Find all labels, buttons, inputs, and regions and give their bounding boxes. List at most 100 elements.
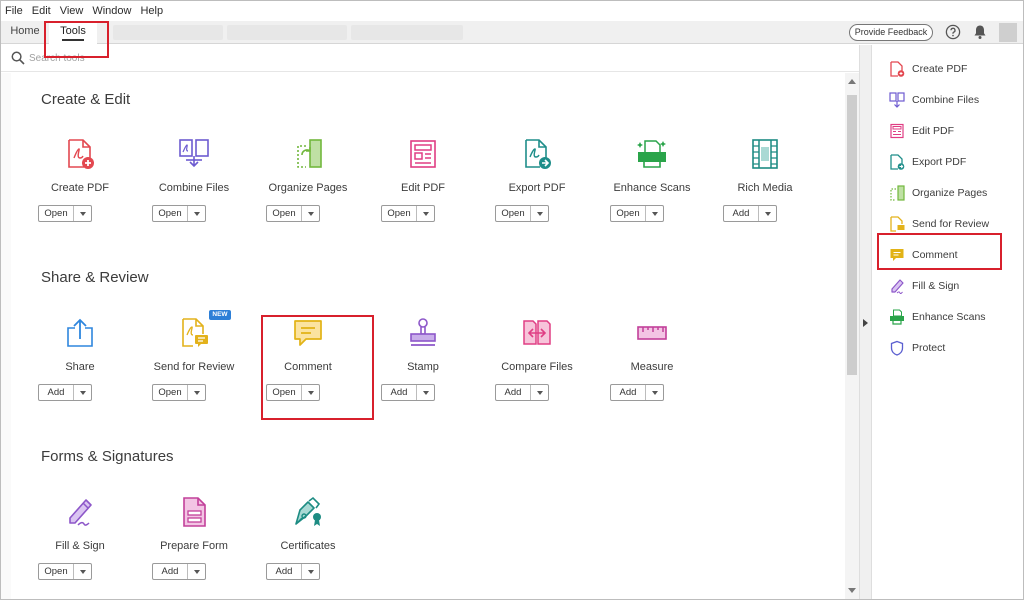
dropdown-arrow-icon[interactable] <box>74 385 91 400</box>
tool-certificates[interactable]: Certificates Add <box>251 496 365 599</box>
open-button[interactable]: Open <box>152 384 206 401</box>
tool-name: Edit PDF <box>400 182 445 194</box>
tool-prepare-form[interactable]: Prepare Form Add <box>137 496 251 599</box>
button-label: Add <box>724 206 759 221</box>
add-button[interactable]: Add <box>152 563 206 580</box>
add-button[interactable]: Add <box>381 384 435 401</box>
button-label: Add <box>611 385 646 400</box>
pane-item-send-for-review[interactable]: Send for Review <box>889 214 1019 234</box>
dropdown-arrow-icon[interactable] <box>302 564 319 579</box>
blurred-document-tab[interactable] <box>227 25 347 40</box>
tool-fill-sign[interactable]: Fill & Sign Open <box>23 496 137 599</box>
tool-name: Combine Files <box>158 182 230 194</box>
pane-item-enhance-scans[interactable]: Enhance Scans <box>889 307 1019 327</box>
pane-item-label: Enhance Scans <box>912 311 986 323</box>
dropdown-arrow-icon[interactable] <box>188 564 205 579</box>
tool-export-pdf[interactable]: Export PDF Open <box>480 138 594 248</box>
tab-bar: Home Tools Provide Feedback <box>1 21 1023 44</box>
tool-create-pdf[interactable]: Create PDF Open <box>23 138 137 248</box>
scrollbar-thumb[interactable] <box>847 95 857 375</box>
open-button[interactable]: Open <box>266 205 320 222</box>
tool-enhance-scans[interactable]: Enhance Scans Open <box>595 138 709 248</box>
open-button[interactable]: Open <box>38 563 92 580</box>
open-button[interactable]: Open <box>495 205 549 222</box>
menu-file[interactable]: File <box>5 5 23 17</box>
add-button[interactable]: Add <box>610 384 664 401</box>
vertical-scrollbar[interactable] <box>845 73 859 599</box>
pane-item-create-pdf[interactable]: Create PDF <box>889 59 1019 79</box>
dropdown-arrow-icon[interactable] <box>188 385 205 400</box>
tool-comment[interactable]: Comment Open <box>251 317 365 427</box>
tools-center: Create & Edit Share & Review Forms & Sig… <box>1 73 859 599</box>
add-button[interactable]: Add <box>723 205 777 222</box>
add-button[interactable]: Add <box>266 563 320 580</box>
tab-tools[interactable]: Tools <box>49 21 97 44</box>
dropdown-arrow-icon[interactable] <box>302 206 319 221</box>
pane-item-combine-files[interactable]: Combine Files <box>889 90 1019 110</box>
rich-media-icon <box>752 139 778 169</box>
dropdown-arrow-icon[interactable] <box>302 385 319 400</box>
open-button[interactable]: Open <box>152 205 206 222</box>
dropdown-arrow-icon[interactable] <box>759 206 776 221</box>
dropdown-arrow-icon[interactable] <box>188 206 205 221</box>
organize-pages-icon <box>890 185 905 201</box>
enhance-scans-icon <box>890 309 904 325</box>
tool-compare-files[interactable]: Compare Files Add <box>480 317 594 427</box>
tool-name: Organize Pages <box>268 182 348 194</box>
right-tools-pane: Create PDF Combine Files Edit PDF Export… <box>873 45 1023 599</box>
menu-view[interactable]: View <box>60 5 84 17</box>
scroll-up-arrow-icon[interactable] <box>848 79 856 84</box>
tool-organize-pages[interactable]: Organize Pages Open <box>251 138 365 248</box>
add-button[interactable]: Add <box>495 384 549 401</box>
chevron-right-icon <box>863 319 868 327</box>
pane-item-edit-pdf[interactable]: Edit PDF <box>889 121 1019 141</box>
section-title-forms-signatures: Forms & Signatures <box>41 448 174 465</box>
menu-window[interactable]: Window <box>92 5 131 17</box>
menu-edit[interactable]: Edit <box>32 5 51 17</box>
bell-icon[interactable] <box>973 24 987 40</box>
tool-name: Stamp <box>407 361 439 373</box>
dropdown-arrow-icon[interactable] <box>417 206 434 221</box>
tab-home[interactable]: Home <box>3 21 47 44</box>
right-pane-toggle[interactable] <box>859 45 872 599</box>
dropdown-arrow-icon[interactable] <box>646 206 663 221</box>
blurred-document-tab[interactable] <box>113 25 223 40</box>
pane-item-comment[interactable]: Comment <box>889 245 1019 265</box>
dropdown-arrow-icon[interactable] <box>74 564 91 579</box>
tool-combine-files[interactable]: Combine Files Open <box>137 138 251 248</box>
dropdown-arrow-icon[interactable] <box>531 206 548 221</box>
button-label: Open <box>39 206 74 221</box>
pane-item-protect[interactable]: Protect <box>889 338 1019 358</box>
tool-name: Share <box>65 361 95 373</box>
open-button[interactable]: Open <box>610 205 664 222</box>
pane-item-label: Export PDF <box>912 156 967 168</box>
dropdown-arrow-icon[interactable] <box>646 385 663 400</box>
dropdown-arrow-icon[interactable] <box>531 385 548 400</box>
menu-help[interactable]: Help <box>140 5 163 17</box>
provide-feedback-button[interactable]: Provide Feedback <box>849 24 933 41</box>
help-icon[interactable] <box>945 24 961 40</box>
add-button[interactable]: Add <box>38 384 92 401</box>
tool-stamp[interactable]: Stamp Add <box>366 317 480 427</box>
search-icon <box>11 51 25 65</box>
tool-share[interactable]: Share Add <box>23 317 137 427</box>
dropdown-arrow-icon[interactable] <box>74 206 91 221</box>
tool-edit-pdf[interactable]: Edit PDF Open <box>366 138 480 248</box>
scroll-down-arrow-icon[interactable] <box>848 588 856 593</box>
blurred-document-tab[interactable] <box>351 25 463 40</box>
pane-item-fill-sign[interactable]: Fill & Sign <box>889 276 1019 296</box>
avatar[interactable] <box>999 23 1017 42</box>
open-button[interactable]: Open <box>266 384 320 401</box>
tool-send-for-review[interactable]: NEW Send for Review Open <box>137 310 251 427</box>
combine-files-icon <box>889 92 905 108</box>
tool-measure[interactable]: Measure Add <box>595 317 709 427</box>
pane-item-organize-pages[interactable]: Organize Pages <box>889 183 1019 203</box>
button-label: Open <box>39 564 74 579</box>
open-button[interactable]: Open <box>381 205 435 222</box>
dropdown-arrow-icon[interactable] <box>417 385 434 400</box>
open-button[interactable]: Open <box>38 205 92 222</box>
tool-rich-media[interactable]: Rich Media Add <box>708 138 822 248</box>
pane-item-export-pdf[interactable]: Export PDF <box>889 152 1019 172</box>
search-input[interactable] <box>29 50 229 66</box>
button-label: Open <box>153 385 188 400</box>
